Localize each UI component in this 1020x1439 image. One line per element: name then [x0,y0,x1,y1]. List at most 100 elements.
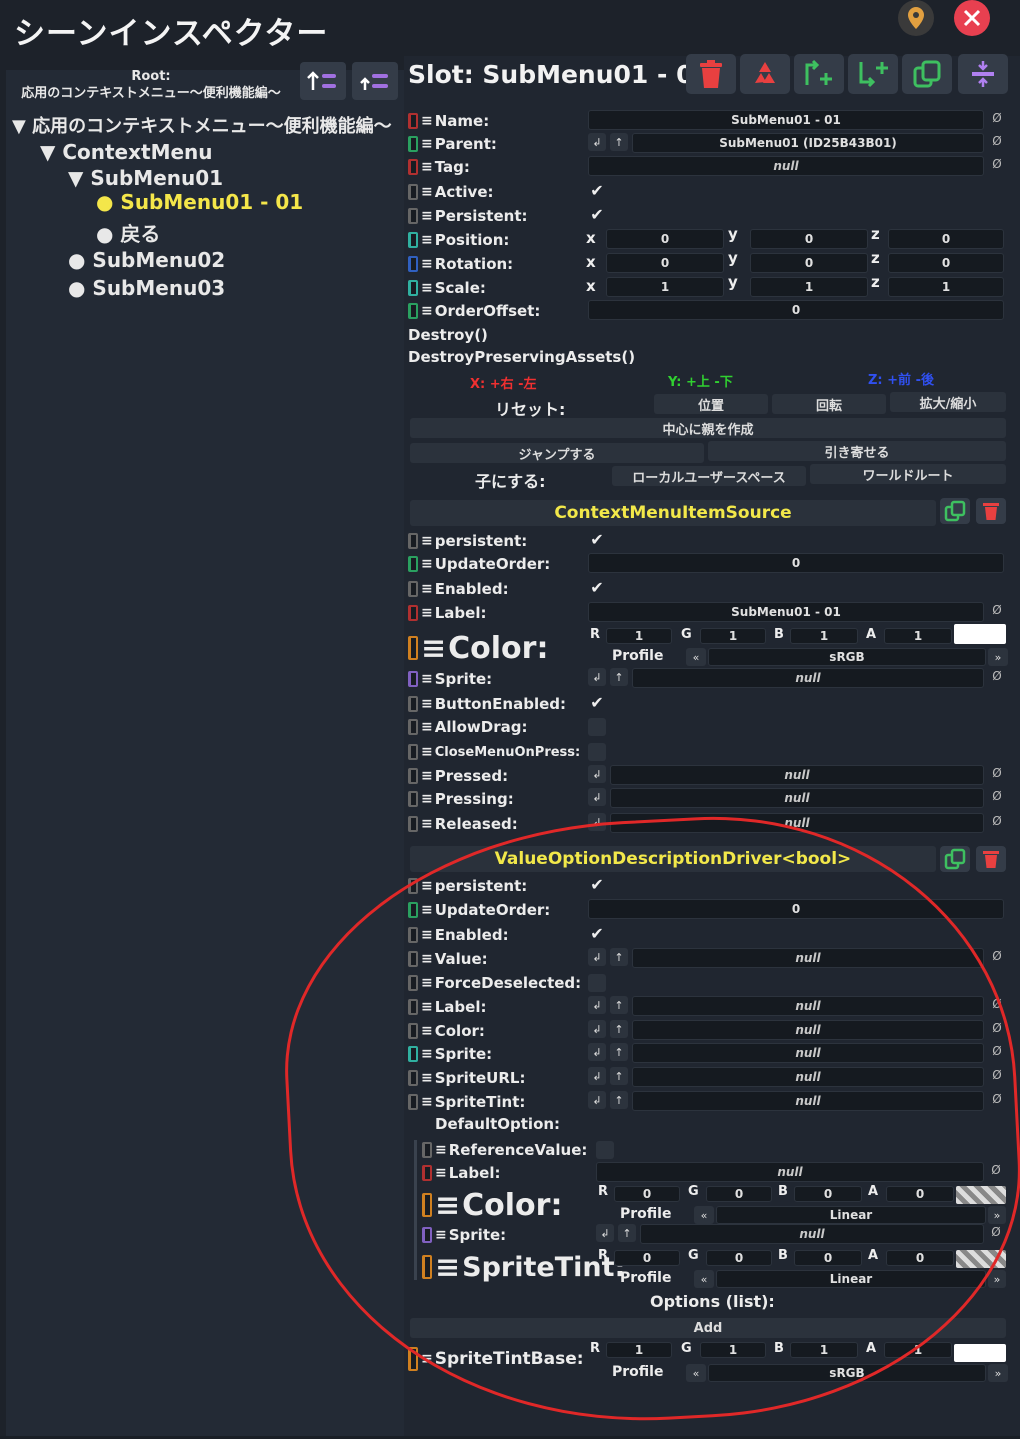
rotation-x-field[interactable]: 0 [606,253,724,273]
open-button[interactable]: ↑ [610,668,628,686]
default-sprite-field[interactable]: null [640,1224,984,1244]
component-header-contextmenuitemsource[interactable]: ContextMenuItemSource [410,500,936,526]
refvalue-checkbox[interactable] [596,1141,614,1159]
color-r-field[interactable]: 1 [606,628,672,644]
tree-item-submenu02[interactable]: ● SubMenu02 [68,248,225,272]
profile-prev-button[interactable]: « [694,1206,714,1224]
open-button[interactable]: ↑ [610,948,628,966]
null-button[interactable]: Ø [989,133,1005,149]
default-profile-field[interactable]: Linear [716,1206,986,1224]
add-child-button[interactable] [848,54,898,94]
scale-y-field[interactable]: 1 [750,277,868,297]
position-x-field[interactable]: 0 [606,229,724,249]
name-field[interactable]: SubMenu01 - 01 [588,110,984,130]
close-button[interactable] [954,0,990,36]
default-label-field[interactable]: null [596,1162,984,1182]
default-color-r-field[interactable]: 0 [614,1186,680,1202]
profile-next-button[interactable]: » [988,1364,1008,1382]
profile-next-button[interactable]: » [988,648,1008,666]
reference-button[interactable]: ↲ [588,996,606,1014]
color-swatch[interactable] [954,624,1006,644]
open-button[interactable]: ↑ [610,1067,628,1085]
null-button[interactable]: Ø [989,1043,1005,1059]
updateorder-field[interactable]: 0 [588,899,1004,919]
null-button[interactable]: Ø [989,788,1005,804]
duplicate-component-button[interactable] [940,498,970,524]
enabled-checkbox[interactable]: ✔ [588,578,606,597]
open-button[interactable]: ↑ [610,1020,628,1038]
null-button[interactable]: Ø [988,1162,1004,1178]
tree-item-submenu03[interactable]: ● SubMenu03 [68,276,225,300]
persistent-checkbox[interactable]: ✔ [588,205,606,224]
position-y-field[interactable]: 0 [750,229,868,249]
null-button[interactable]: Ø [989,156,1005,172]
root-here-button[interactable] [352,62,398,100]
profile-prev-button[interactable]: « [694,1270,714,1288]
tag-field[interactable]: null [588,156,984,176]
reference-button[interactable]: ↲ [588,1043,606,1061]
default-color-a-field[interactable]: 0 [886,1186,954,1202]
open-button[interactable]: ↑ [618,1224,636,1242]
null-button[interactable]: Ø [988,1224,1004,1240]
jump-button[interactable]: ジャンプする [410,443,704,463]
open-button[interactable]: ↑ [610,1043,628,1061]
default-color-b-field[interactable]: 0 [794,1186,862,1202]
updateorder-field[interactable]: 0 [588,553,1004,573]
enabled-checkbox[interactable]: ✔ [588,924,606,943]
reset-scale-button[interactable]: 拡大/縮小 [890,392,1006,412]
spriteurl-field[interactable]: null [632,1067,984,1087]
pin-button[interactable] [898,0,934,36]
remove-component-button[interactable] [976,498,1006,524]
open-button[interactable]: ↑ [610,1091,628,1109]
reference-button[interactable]: ↲ [588,668,606,686]
rotation-z-field[interactable]: 0 [888,253,1004,273]
profile-next-button[interactable]: » [988,1206,1006,1224]
insert-parent-button[interactable] [794,54,844,94]
rotation-y-field[interactable]: 0 [750,253,868,273]
tree-item-submenu01[interactable]: ▼ SubMenu01 [68,166,223,190]
default-tint-g-field[interactable]: 0 [706,1250,772,1266]
pressed-field[interactable]: null [610,765,984,785]
profile-prev-button[interactable]: « [686,1364,706,1382]
reference-button[interactable]: ↲ [588,765,606,783]
parent-field[interactable]: SubMenu01 (ID25B43B01) [632,133,984,153]
label-field[interactable]: null [632,996,984,1016]
duplicate-button[interactable] [902,54,952,94]
stbase-g-field[interactable]: 1 [700,1342,766,1358]
tree-item-back[interactable]: ● 戻る [96,218,160,247]
reference-button[interactable]: ↲ [588,1020,606,1038]
null-button[interactable]: Ø [989,1091,1005,1107]
reference-button[interactable]: ↲ [588,813,606,831]
stbase-b-field[interactable]: 1 [790,1342,858,1358]
null-button[interactable]: Ø [989,996,1005,1012]
reset-position-button[interactable]: 位置 [654,394,768,414]
reference-button[interactable]: ↲ [588,1067,606,1085]
profile-prev-button[interactable]: « [686,648,706,666]
default-tint-swatch[interactable] [956,1250,1006,1268]
label-field[interactable]: SubMenu01 - 01 [588,602,984,622]
persistent-checkbox[interactable]: ✔ [588,530,606,549]
world-root-button[interactable]: ワールドルート [810,464,1006,484]
pressing-field[interactable]: null [610,788,984,808]
remove-component-button[interactable] [976,846,1006,872]
destroy-preserve-button[interactable] [740,54,790,94]
center-button[interactable] [958,54,1008,94]
scale-z-field[interactable]: 1 [888,277,1004,297]
profile-field[interactable]: sRGB [708,648,986,666]
stbase-a-field[interactable]: 1 [884,1342,952,1358]
open-button[interactable]: ↑ [610,996,628,1014]
null-button[interactable]: Ø [989,668,1005,684]
null-button[interactable]: Ø [989,1067,1005,1083]
released-field[interactable]: null [610,813,984,833]
reference-button[interactable]: ↲ [596,1224,614,1242]
null-button[interactable]: Ø [989,1020,1005,1036]
destroy-preserving-action[interactable]: DestroyPreservingAssets() [408,348,635,366]
forcedeselected-checkbox[interactable] [588,974,606,992]
allowdrag-checkbox[interactable] [588,718,606,736]
default-tint-a-field[interactable]: 0 [886,1250,954,1266]
default-color-swatch[interactable] [956,1186,1006,1204]
local-user-space-button[interactable]: ローカルユーザースペース [612,466,806,486]
tree-item-root[interactable]: ▼ 応用のコンテキストメニュー〜便利機能編〜 [12,112,392,138]
color-b-field[interactable]: 1 [790,628,858,644]
closemenu-checkbox[interactable] [588,743,606,761]
